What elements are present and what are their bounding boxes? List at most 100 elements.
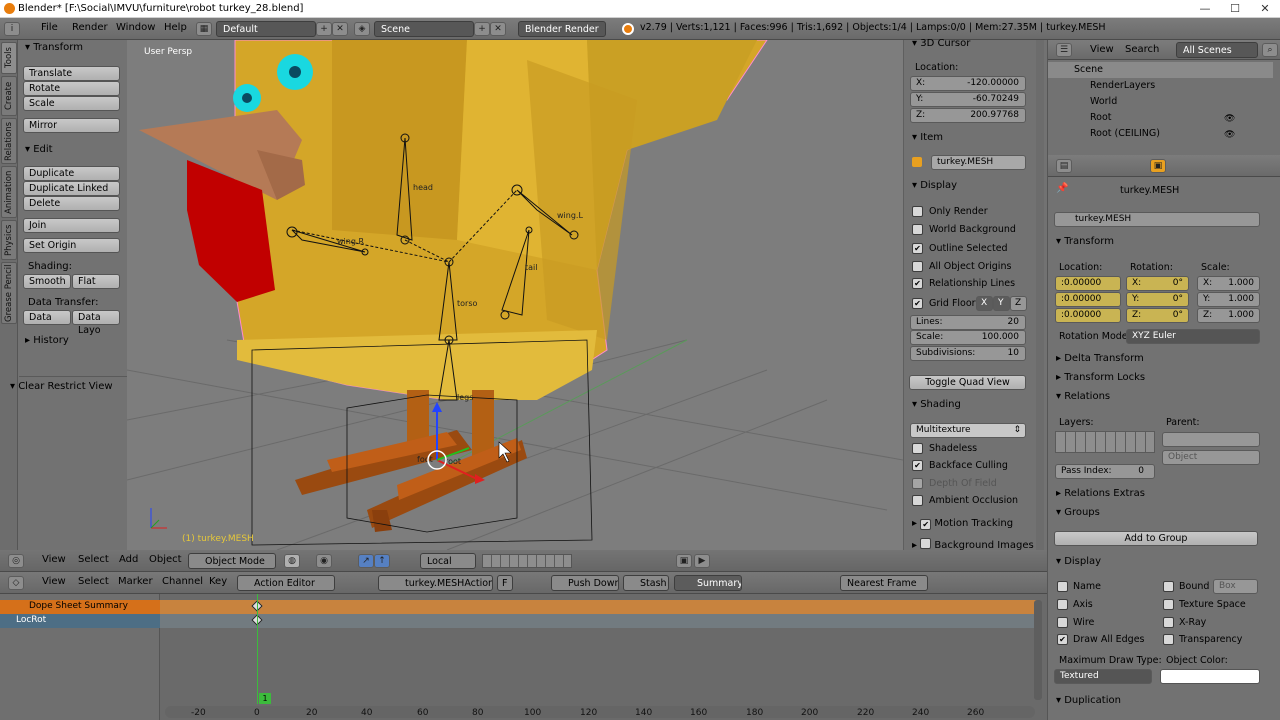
summary-channel[interactable]: Dope Sheet Summary	[0, 600, 160, 614]
item-header[interactable]: ▾ Item	[912, 132, 943, 143]
eye-icon[interactable]: 👁	[1224, 114, 1235, 124]
timeline-ruler[interactable]	[165, 706, 1035, 718]
outline-selected-checkbox[interactable]: ✔	[912, 243, 923, 254]
tab-animation[interactable]: Animation	[1, 166, 17, 218]
layout-add-icon[interactable]: +	[316, 22, 332, 36]
location-x-field[interactable]: :0.00000	[1055, 276, 1121, 291]
xray-checkbox[interactable]	[1163, 617, 1174, 628]
dope-select-menu[interactable]: Select	[78, 576, 109, 587]
data-button[interactable]: Data	[23, 310, 71, 325]
tab-create[interactable]: Create	[1, 76, 17, 116]
pin-icon[interactable]: 📌	[1056, 183, 1068, 194]
cursor-x-field[interactable]: X: -120.00000	[910, 76, 1026, 91]
grid-floor-checkbox[interactable]: ✔	[912, 298, 923, 309]
rotation-z-field[interactable]: Z: 0°	[1126, 308, 1189, 323]
relations-header[interactable]: ▾ Relations	[1056, 391, 1110, 402]
layers-grid[interactable]	[1055, 431, 1155, 453]
close-button[interactable]: ✕	[1250, 0, 1280, 18]
display-header[interactable]: ▾ Display	[1056, 556, 1101, 567]
transform-panel-header[interactable]: ▾ Transform	[25, 42, 83, 53]
menu-file[interactable]: File	[41, 22, 58, 33]
translate-button[interactable]: Translate	[23, 66, 120, 81]
locrot-channel[interactable]: LocRot	[0, 614, 160, 628]
dope-view-menu[interactable]: View	[42, 576, 66, 587]
smooth-button[interactable]: Smooth	[23, 274, 71, 289]
maximize-button[interactable]: ☐	[1220, 0, 1250, 18]
dopesheet-editor-icon[interactable]: ◇	[8, 576, 24, 590]
npanel-scrollbar[interactable]	[1036, 40, 1044, 550]
clear-restrict-view-panel[interactable]: ▾ Clear Restrict View	[10, 381, 113, 392]
tab-relations[interactable]: Relations	[1, 118, 17, 164]
tab-tools[interactable]: Tools	[1, 42, 17, 74]
only-render-checkbox[interactable]	[912, 206, 923, 217]
draw-all-edges-checkbox[interactable]: ✔	[1057, 634, 1068, 645]
data-layout-button[interactable]: Data Layo	[72, 310, 120, 336]
layout-icon[interactable]: ▦	[196, 22, 212, 36]
backface-culling-checkbox[interactable]: ✔	[912, 460, 923, 471]
pivot-icon[interactable]: ◉	[316, 554, 332, 568]
rotation-y-field[interactable]: Y: 0°	[1126, 292, 1189, 307]
snap-dropdown[interactable]: Nearest Frame	[840, 575, 928, 591]
rotation-x-field[interactable]: X: 0°	[1126, 276, 1189, 291]
view3d-view-menu[interactable]: View	[42, 554, 66, 565]
layout-selector[interactable]: Default	[216, 21, 316, 37]
item-name-field[interactable]: turkey.MESH	[931, 155, 1026, 170]
join-button[interactable]: Join	[23, 218, 120, 233]
outliner-row-scene[interactable]: Scene	[1048, 62, 1273, 78]
duplicate-linked-button[interactable]: Duplicate Linked	[23, 181, 120, 196]
grid-scale-field[interactable]: Scale: 100.000	[910, 330, 1026, 345]
outliner-search-icon[interactable]: ⌕	[1262, 43, 1278, 57]
render-engine-selector[interactable]: Blender Render	[518, 21, 606, 37]
delete-button[interactable]: Delete	[23, 196, 120, 211]
manipulator-icon[interactable]: ↗	[358, 554, 374, 568]
mode-dropdown[interactable]: Object Mode	[188, 553, 276, 569]
push-down-button[interactable]: Push Down	[551, 575, 619, 591]
duplication-header[interactable]: ▾ Duplication	[1056, 695, 1121, 706]
max-draw-type-dropdown[interactable]: Textured	[1054, 669, 1152, 684]
name-checkbox[interactable]	[1057, 581, 1068, 592]
render-anim-icon[interactable]: ▶	[694, 554, 710, 568]
edit-panel-header[interactable]: ▾ Edit	[25, 144, 53, 155]
menu-help[interactable]: Help	[164, 22, 187, 33]
outliner-item-root[interactable]: Root	[1090, 112, 1112, 123]
outliner-item-root-ceiling[interactable]: Root (CEILING)	[1090, 128, 1160, 139]
parent-field[interactable]	[1162, 432, 1260, 447]
dope-channel-menu[interactable]: Channel	[162, 576, 203, 587]
info-editor-icon[interactable]: i	[4, 22, 20, 36]
motion-tracking-header[interactable]: ▸ ✔ Motion Tracking	[912, 518, 1013, 530]
bg-images-checkbox[interactable]	[920, 538, 932, 549]
cursor-y-field[interactable]: Y: -60.70249	[910, 92, 1026, 107]
add-to-group-button[interactable]: Add to Group	[1054, 531, 1258, 546]
parent-type-field[interactable]: Object	[1162, 450, 1260, 465]
relationship-lines-checkbox[interactable]: ✔	[912, 278, 923, 289]
summary-toggle[interactable]: Summary	[674, 575, 742, 591]
grid-z-toggle[interactable]: Z	[1010, 296, 1027, 311]
scale-z-field[interactable]: Z: 1.000	[1197, 308, 1260, 323]
history-panel-header[interactable]: ▸ History	[25, 335, 69, 346]
flat-button[interactable]: Flat	[72, 274, 120, 289]
groups-header[interactable]: ▾ Groups	[1056, 507, 1100, 518]
menu-window[interactable]: Window	[116, 22, 155, 33]
display-header[interactable]: ▾ Display	[912, 180, 957, 191]
dopesheet-scrollbar[interactable]	[1034, 600, 1042, 700]
editor-mode-dropdown[interactable]: Action Editor	[237, 575, 335, 591]
3d-viewport[interactable]: head wing.L wing.R tail torso legs foot …	[127, 40, 903, 550]
ao-checkbox[interactable]	[912, 495, 923, 506]
menu-render[interactable]: Render	[72, 22, 108, 33]
orientation-dropdown[interactable]: Local	[420, 553, 476, 569]
all-origins-checkbox[interactable]	[912, 261, 923, 272]
shading-solid-icon[interactable]: ◍	[284, 554, 300, 568]
toggle-quad-view-button[interactable]: Toggle Quad View	[909, 375, 1026, 390]
outliner-filter-dropdown[interactable]: All Scenes	[1176, 42, 1258, 58]
duplicate-button[interactable]: Duplicate	[23, 166, 120, 181]
properties-editor-icon[interactable]: ▤	[1056, 159, 1072, 173]
outliner-item-renderlayers[interactable]: RenderLayers	[1090, 80, 1155, 91]
axis-checkbox[interactable]	[1057, 599, 1068, 610]
object-color-swatch[interactable]	[1160, 669, 1260, 684]
location-z-field[interactable]: :0.00000	[1055, 308, 1121, 323]
outliner-item-world[interactable]: World	[1090, 96, 1117, 107]
grid-x-toggle[interactable]: X	[976, 296, 993, 311]
3d-view-editor-icon[interactable]: ◎	[8, 554, 24, 568]
shadeless-checkbox[interactable]	[912, 443, 923, 454]
wire-checkbox[interactable]	[1057, 617, 1068, 628]
